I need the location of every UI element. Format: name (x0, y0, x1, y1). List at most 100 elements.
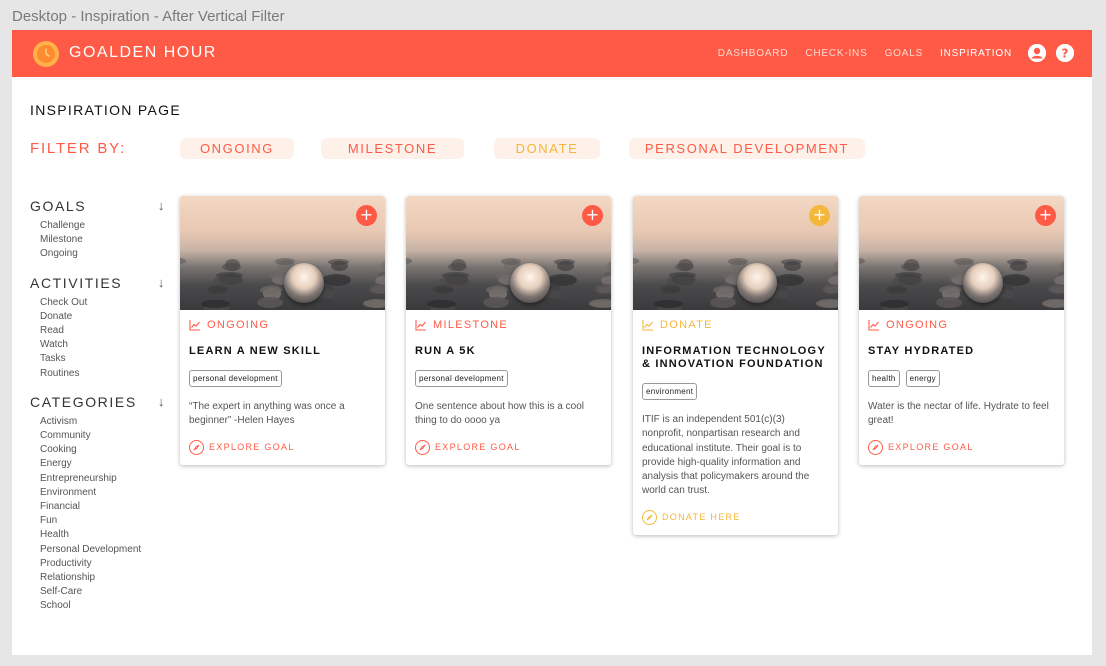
nav-dashboard[interactable]: DASHBOARD (718, 48, 789, 59)
pebble-shape (675, 263, 694, 271)
explore-goal-button[interactable]: EXPLORE GOAL (415, 439, 602, 455)
sidebar-item-challenge[interactable]: Challenge (40, 219, 166, 233)
sidebar-item-activism[interactable]: Activism (40, 415, 166, 429)
sidebar-item-watch[interactable]: Watch (40, 338, 166, 352)
sidebar-item-check-out[interactable]: Check Out (40, 296, 166, 310)
sidebar-item-energy[interactable]: Energy (40, 457, 166, 471)
pebble-shape (501, 258, 521, 265)
filter-chip-donate[interactable]: DONATE (494, 138, 600, 159)
sidebar-item-health[interactable]: Health (40, 528, 166, 542)
card-tags: personal development (189, 370, 376, 387)
pebble-shape (257, 297, 283, 308)
help-icon[interactable]: ? (1056, 44, 1074, 62)
arrow-down-icon[interactable]: ↓ (158, 198, 166, 213)
nav-check-ins[interactable]: CHECK-INS (805, 48, 867, 59)
filter-sidebar: GOALS ↓ Challenge Milestone Ongoing ACTI… (30, 198, 166, 627)
pebble-shape (595, 284, 611, 294)
nav-goals[interactable]: GOALS (885, 48, 923, 59)
sidebar-section-activities[interactable]: ACTIVITIES ↓ (30, 275, 166, 295)
pebble-shape (427, 300, 456, 308)
card-description: One sentence about how this is a cool th… (415, 401, 584, 427)
sidebar-item-personal-development[interactable]: Personal Development (40, 543, 166, 557)
card-action-label: EXPLORE GOAL (435, 442, 521, 453)
brand-name[interactable]: GOALDEN HOUR (69, 44, 217, 62)
sidebar-item-milestone[interactable]: Milestone (40, 233, 166, 247)
filter-label: FILTER BY: (30, 140, 127, 157)
goal-card[interactable]: + DONATE INFORMATION TECHNOLOGY & INNOVA… (633, 196, 838, 535)
goal-card[interactable]: + ONGOING STAY HYDRATED health energy Wa… (859, 196, 1064, 465)
sidebar-item-financial[interactable]: Financial (40, 500, 166, 514)
pebble-shape (710, 297, 736, 308)
pebble-shape (728, 258, 748, 265)
tag[interactable]: environment (642, 383, 698, 400)
pebble-shape (781, 259, 802, 265)
trend-chart-icon (868, 320, 879, 331)
compass-icon (642, 509, 657, 525)
sidebar-item-environment[interactable]: Environment (40, 486, 166, 500)
sidebar-item-productivity[interactable]: Productivity (40, 557, 166, 571)
sidebar-item-read[interactable]: Read (40, 324, 166, 338)
sidebar-section-goals[interactable]: GOALS ↓ (30, 198, 166, 218)
add-goal-button[interactable]: + (356, 205, 377, 226)
arrow-down-icon[interactable]: ↓ (158, 275, 166, 290)
add-goal-button[interactable]: + (582, 205, 603, 226)
user-icon[interactable] (1028, 44, 1046, 62)
filter-chip-ongoing[interactable]: ONGOING (180, 138, 294, 159)
filter-chip-label: DONATE (515, 141, 579, 156)
sidebar-item-relationship[interactable]: Relationship (40, 571, 166, 585)
trend-chart-icon (189, 320, 200, 331)
card-title: LEARN A NEW SKILL (189, 345, 322, 357)
card-type-label: DONATE (660, 319, 713, 331)
card-type-label: MILESTONE (433, 319, 509, 331)
pebble-shape (433, 285, 454, 294)
pebble-shape (859, 258, 865, 264)
sidebar-section-title: GOALS (30, 198, 87, 214)
sidebar-item-community[interactable]: Community (40, 429, 166, 443)
card-description: ITIF is an independent 501(c)(3) nonprof… (642, 414, 810, 497)
nav-inspiration[interactable]: INSPIRATION (940, 48, 1012, 59)
pebble-shape (713, 286, 735, 294)
add-goal-button[interactable]: + (809, 205, 830, 226)
add-goal-button[interactable]: + (1035, 205, 1056, 226)
pebble-shape (607, 260, 611, 272)
tag[interactable]: personal development (415, 370, 508, 387)
compass-icon (189, 439, 204, 455)
arrow-down-icon[interactable]: ↓ (158, 394, 166, 409)
sidebar-item-school[interactable]: School (40, 599, 166, 613)
pebble-shape (275, 258, 295, 265)
crystal-ball-image (737, 263, 777, 303)
tag[interactable]: health (868, 370, 900, 387)
explore-goal-button[interactable]: EXPLORE GOAL (868, 439, 1055, 455)
sidebar-item-donate[interactable]: Donate (40, 310, 166, 324)
card-tags: personal development (415, 370, 602, 387)
tag[interactable]: energy (905, 370, 940, 387)
sidebar-item-entrepreneurship[interactable]: Entrepreneurship (40, 472, 166, 486)
goal-card[interactable]: + ONGOING LEARN A NEW SKILL personal dev… (180, 196, 385, 465)
compass-icon (868, 439, 883, 455)
donate-here-button[interactable]: DONATE HERE (642, 509, 829, 525)
pebble-shape (369, 284, 385, 294)
explore-goal-button[interactable]: EXPLORE GOAL (189, 439, 376, 455)
compass-icon (415, 439, 430, 455)
sidebar-item-tasks[interactable]: Tasks (40, 352, 166, 366)
sidebar-item-routines[interactable]: Routines (40, 367, 166, 381)
sidebar-section-categories[interactable]: CATEGORIES ↓ (30, 394, 166, 414)
filter-chip-personal-development[interactable]: PERSONAL DEVELOPMENT (629, 138, 865, 159)
main-nav: DASHBOARD CHECK-INS GOALS INSPIRATION (718, 48, 1012, 59)
sidebar-item-fun[interactable]: Fun (40, 514, 166, 528)
sidebar-item-cooking[interactable]: Cooking (40, 443, 166, 457)
tag[interactable]: personal development (189, 370, 282, 387)
card-type: ONGOING (868, 319, 1055, 331)
sidebar-item-self-care[interactable]: Self-Care (40, 585, 166, 599)
sun-clock-icon[interactable] (32, 40, 60, 68)
goal-card[interactable]: + MILESTONE RUN A 5K personal developmen… (406, 196, 611, 465)
pebble-shape (886, 285, 907, 294)
pebble-shape (954, 258, 974, 265)
filter-chip-milestone[interactable]: MILESTONE (321, 138, 464, 159)
trend-chart-icon (415, 320, 426, 331)
sidebar-item-ongoing[interactable]: Ongoing (40, 247, 166, 261)
sidebar-goals-list: Challenge Milestone Ongoing (40, 219, 166, 262)
pebble-shape (363, 299, 385, 308)
filter-chip-label: MILESTONE (347, 141, 438, 156)
frame-title: Desktop - Inspiration - After Vertical F… (12, 8, 285, 25)
